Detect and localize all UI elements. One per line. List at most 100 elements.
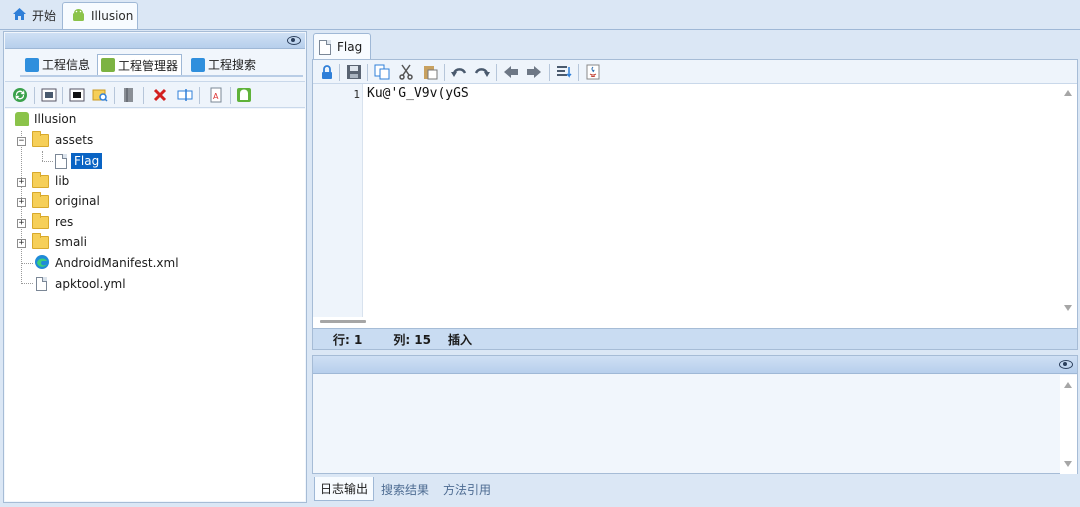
tree-item-label: assets [55, 133, 94, 147]
doc-tab-start-label: 开始 [32, 9, 57, 23]
tree-item-label: AndroidManifest.xml [55, 256, 179, 270]
scroll-up-icon[interactable] [1064, 90, 1072, 96]
tree-item-manifest[interactable]: AndroidManifest.xml [34, 254, 179, 272]
code-line[interactable]: Ku@'G_V9v(yGS [367, 86, 469, 101]
output-panel [312, 355, 1078, 474]
svg-text:A: A [213, 92, 219, 101]
tree-item-lib[interactable]: lib [32, 171, 70, 190]
back-icon[interactable] [503, 64, 519, 80]
folder-icon [32, 171, 49, 188]
tab-project-search-label: 工程搜索 [208, 58, 257, 72]
tab-project-manager[interactable]: 工程管理器 [97, 54, 183, 75]
android-icon [15, 112, 29, 126]
project-toolbar: A [5, 81, 305, 108]
text-file-icon[interactable]: A [208, 87, 224, 103]
eye-icon[interactable] [1059, 360, 1073, 369]
yml-file-icon [36, 277, 47, 291]
tree-item-label: original [55, 194, 100, 208]
refresh-icon[interactable] [12, 87, 28, 103]
line-gutter [313, 84, 363, 317]
book-icon[interactable] [121, 87, 137, 103]
lock-icon[interactable] [320, 65, 336, 81]
expand-original-icon[interactable]: + [17, 198, 26, 207]
find-file-icon[interactable] [92, 87, 108, 103]
tree-item-label: lib [55, 174, 70, 188]
collapse-assets-icon[interactable]: − [17, 137, 26, 146]
tab-method-references-label: 方法引用 [443, 482, 492, 497]
tab-underline [20, 75, 303, 77]
copy-icon[interactable] [374, 64, 390, 80]
folder-icon [32, 130, 49, 147]
expand-lib-icon[interactable]: + [17, 178, 26, 187]
tab-project-info-label: 工程信息 [42, 58, 91, 72]
status-col: 列: 15 [393, 332, 432, 347]
tree-item-res[interactable]: res [32, 212, 74, 231]
window-icon[interactable] [69, 87, 85, 103]
delete-icon[interactable] [152, 87, 168, 103]
expand-smali-icon[interactable]: + [17, 239, 26, 248]
cut-icon[interactable] [398, 64, 414, 80]
format-icon[interactable] [556, 64, 572, 80]
tree-item-label: Flag [71, 153, 103, 169]
scroll-down-icon[interactable] [1064, 305, 1072, 311]
tree-item-label: res [55, 215, 74, 229]
android-build-icon[interactable] [236, 87, 252, 103]
editor-tab-label: Flag [337, 40, 363, 54]
tab-log-output-label: 日志输出 [320, 482, 369, 496]
home-icon [12, 7, 27, 24]
project-tree: Illusion − assets Flag + lib + original … [5, 109, 305, 501]
tree-item-original[interactable]: original [32, 191, 100, 210]
java-icon[interactable] [585, 64, 601, 80]
doc-tab-illusion[interactable]: Illusion [62, 2, 138, 29]
tab-search-results-label: 搜索结果 [381, 482, 430, 497]
tree-item-apktool[interactable]: apktool.yml [36, 275, 126, 293]
tab-project-search[interactable]: 工程搜索 [188, 54, 259, 75]
tree-root[interactable]: Illusion [15, 110, 76, 128]
save-icon[interactable] [346, 64, 362, 80]
expand-res-icon[interactable]: + [17, 219, 26, 228]
project-panel: 工程信息 工程管理器 工程搜索 A Illusion − assets Flag… [3, 31, 307, 503]
line-number: 1 [353, 88, 360, 101]
file-icon [319, 39, 331, 55]
editor-toolbar [313, 60, 1077, 84]
tab-strip-divider [0, 29, 1080, 30]
undo-icon[interactable] [451, 64, 467, 80]
editor-status-bar: 行: 1 列: 15 插入 [313, 328, 1077, 349]
editor-vertical-scrollbar[interactable] [1060, 84, 1077, 317]
doc-tab-start[interactable]: 开始 [4, 2, 64, 29]
code-editor: 1 Ku@'G_V9v(yGS 行: 1 列: 15 插入 [312, 59, 1078, 350]
project-panel-header [5, 33, 305, 49]
search-icon [191, 57, 205, 72]
status-mode: 插入 [448, 332, 473, 347]
info-icon [25, 57, 39, 72]
rename-icon[interactable] [177, 87, 193, 103]
tree-item-flag[interactable]: Flag [55, 152, 103, 170]
scroll-down-icon[interactable] [1064, 461, 1072, 467]
eye-icon[interactable] [287, 36, 301, 45]
folder-icon [32, 212, 49, 229]
forward-icon[interactable] [526, 64, 542, 80]
folder-icon [32, 232, 49, 249]
redo-icon[interactable] [474, 64, 490, 80]
paste-icon[interactable] [422, 64, 438, 80]
folder-icon [32, 191, 49, 208]
output-panel-header [313, 356, 1077, 374]
file-icon [55, 153, 67, 169]
tab-search-results[interactable]: 搜索结果 [376, 477, 434, 501]
tab-method-references[interactable]: 方法引用 [438, 477, 496, 501]
android-icon [71, 8, 86, 25]
log-output-area[interactable] [314, 375, 1059, 472]
tree-root-label: Illusion [34, 112, 77, 126]
tab-project-info[interactable]: 工程信息 [22, 54, 93, 75]
scroll-up-icon[interactable] [1064, 382, 1072, 388]
editor-tab-flag[interactable]: Flag [313, 33, 371, 60]
doc-tab-illusion-label: Illusion [91, 9, 134, 23]
tab-log-output[interactable]: 日志输出 [314, 477, 375, 501]
tree-item-label: apktool.yml [55, 277, 126, 291]
edge-xml-icon [34, 254, 50, 273]
tree-item-smali[interactable]: smali [32, 232, 87, 251]
editor-horizontal-scrollbar[interactable] [320, 320, 366, 323]
tree-item-assets[interactable]: assets [32, 130, 94, 149]
log-vertical-scrollbar[interactable] [1060, 375, 1077, 474]
export-icon[interactable] [41, 87, 57, 103]
